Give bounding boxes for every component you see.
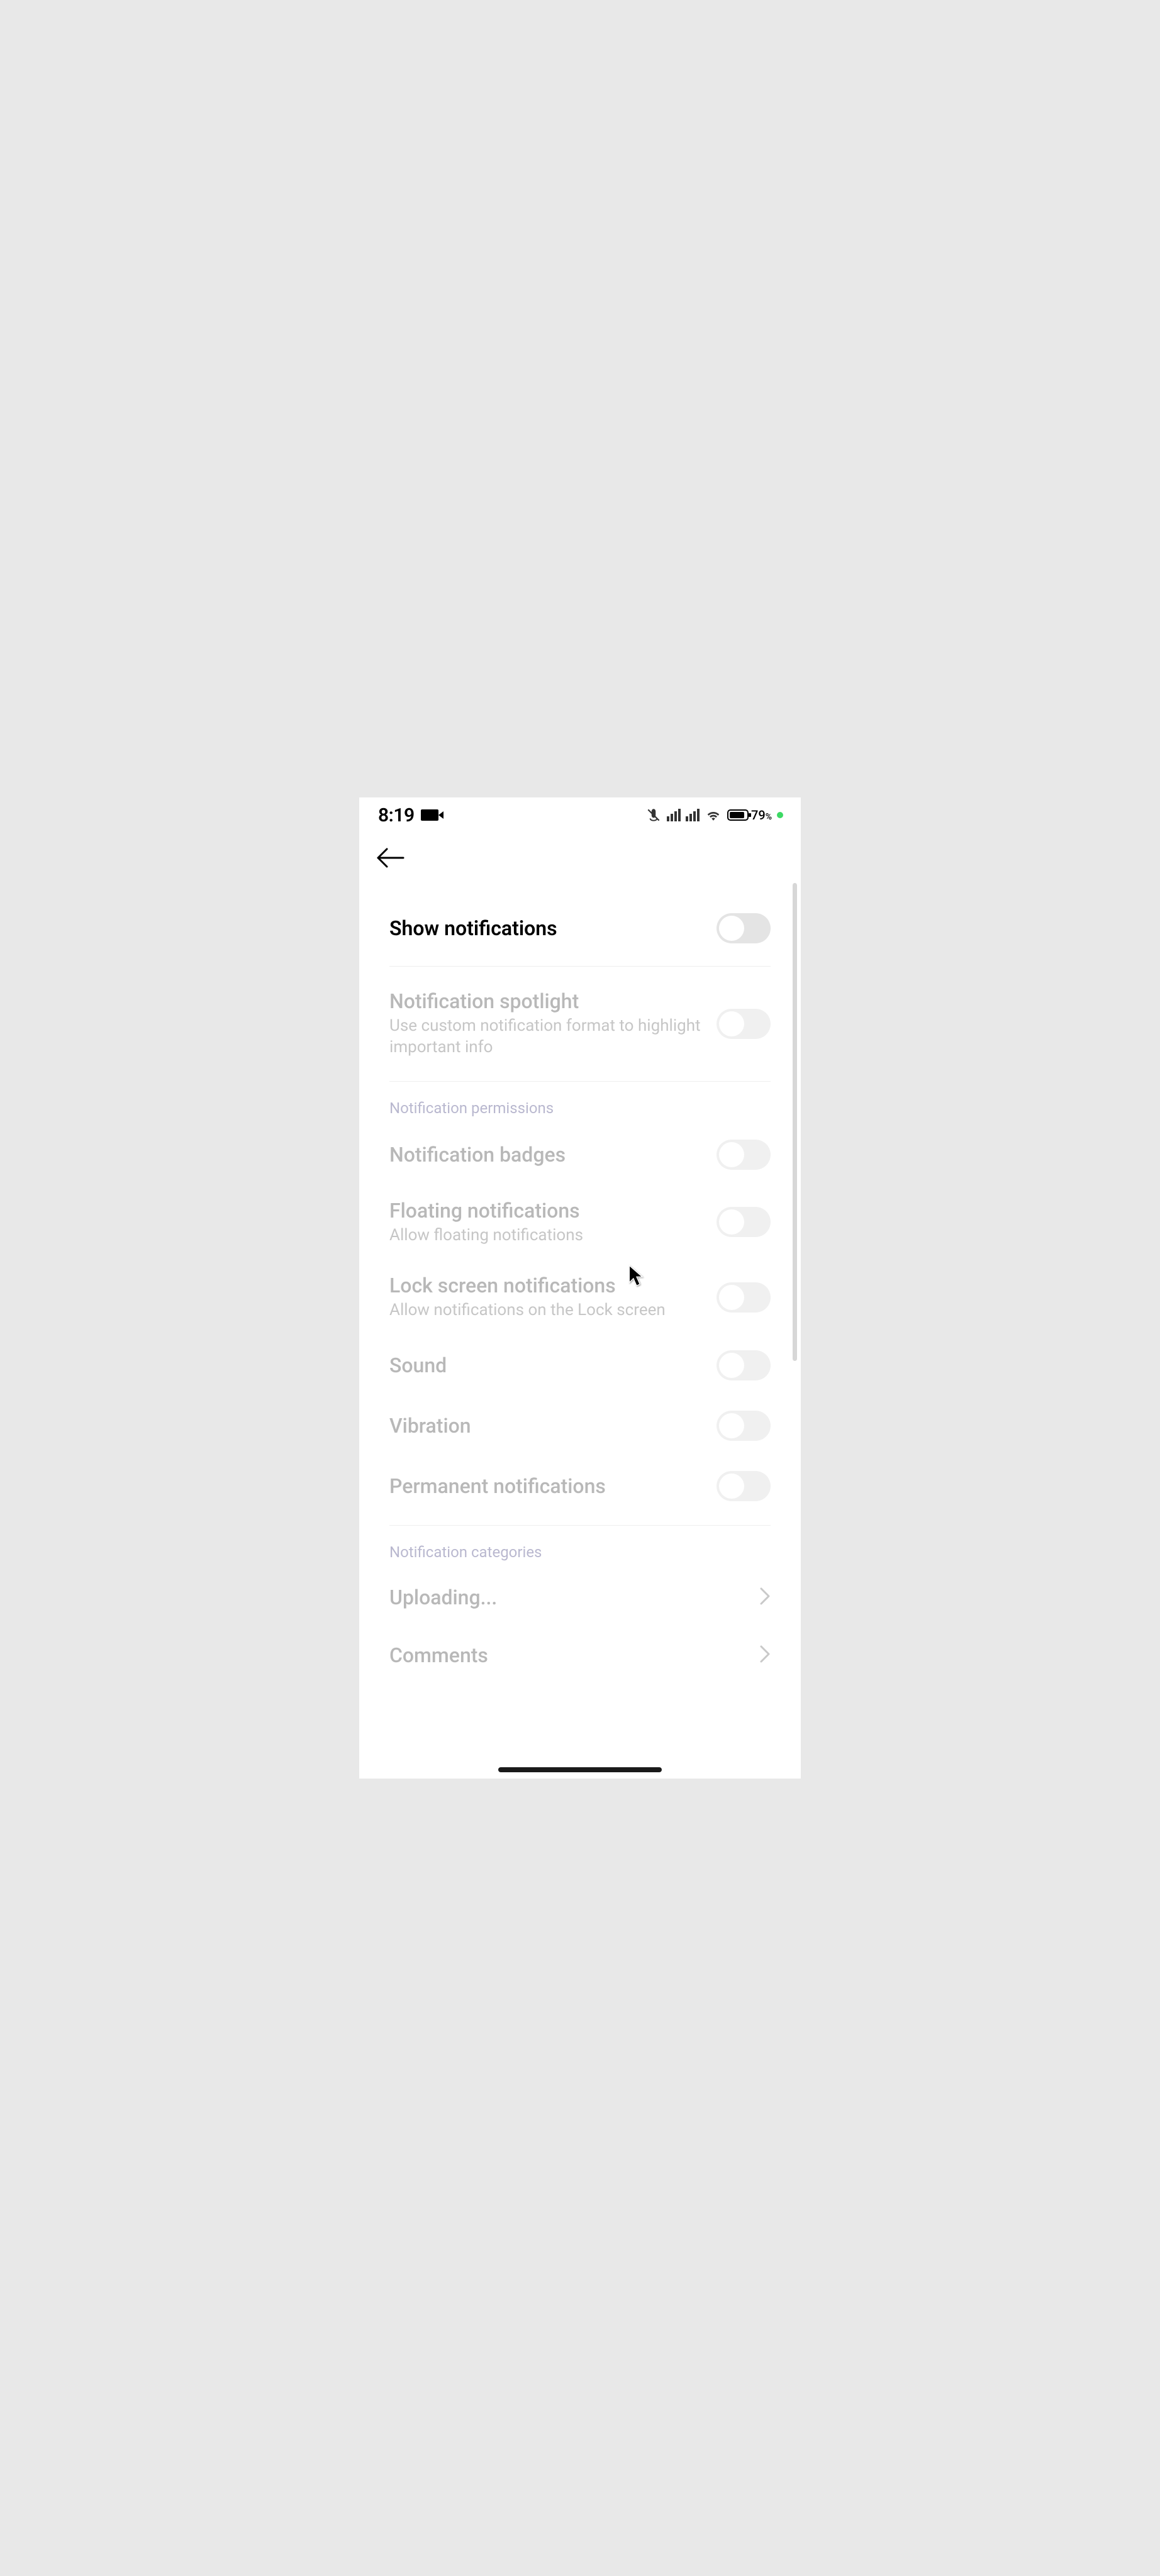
camera-mic-active-icon bbox=[777, 812, 783, 818]
signal-bars-1-icon bbox=[667, 809, 681, 821]
spotlight-title: Notification spotlight bbox=[389, 989, 704, 1013]
notification-badges-toggle[interactable] bbox=[717, 1140, 771, 1170]
toggle-knob bbox=[719, 1413, 744, 1438]
row-show-notifications[interactable]: Show notifications bbox=[359, 896, 801, 966]
back-button[interactable] bbox=[372, 839, 410, 877]
battery-indicator: 79% bbox=[727, 808, 772, 823]
row-notification-spotlight[interactable]: Notification spotlight Use custom notifi… bbox=[359, 967, 801, 1081]
setting-title: Lock screen notifications bbox=[389, 1274, 704, 1297]
category-comments[interactable]: Comments bbox=[359, 1626, 801, 1684]
wifi-icon bbox=[705, 808, 722, 822]
home-indicator[interactable] bbox=[498, 1767, 662, 1772]
toggle-knob bbox=[719, 1209, 744, 1235]
row-text: Notification spotlight Use custom notifi… bbox=[389, 989, 717, 1058]
setting-title: Notification badges bbox=[389, 1143, 704, 1167]
section-header-categories: Notification categories bbox=[359, 1526, 801, 1568]
toggle-knob bbox=[719, 1285, 744, 1310]
setting-title: Vibration bbox=[389, 1414, 704, 1438]
toggle-knob bbox=[719, 1353, 744, 1378]
settings-content[interactable]: Show notifications Notification spotligh… bbox=[359, 883, 801, 1779]
row-notification-badges[interactable]: Notification badges bbox=[359, 1124, 801, 1185]
setting-title: Floating notifications bbox=[389, 1199, 704, 1223]
row-permanent-notifications[interactable]: Permanent notifications bbox=[359, 1456, 801, 1516]
spotlight-toggle[interactable] bbox=[717, 1009, 771, 1039]
row-text: Floating notifications Allow floating no… bbox=[389, 1199, 717, 1246]
row-text: Notification badges bbox=[389, 1143, 717, 1167]
setting-title: Permanent notifications bbox=[389, 1474, 704, 1498]
status-time: 8:19 bbox=[378, 804, 415, 826]
status-left: 8:19 bbox=[378, 804, 438, 826]
setting-title: Sound bbox=[389, 1353, 704, 1377]
battery-suffix: % bbox=[766, 812, 772, 822]
category-uploading[interactable]: Uploading... bbox=[359, 1568, 801, 1626]
category-title: Uploading... bbox=[389, 1585, 759, 1609]
status-bar: 8:19 bbox=[359, 797, 801, 833]
battery-number: 79 bbox=[751, 808, 766, 823]
toggle-knob bbox=[719, 916, 744, 941]
toggle-knob bbox=[719, 1474, 744, 1499]
row-sound[interactable]: Sound bbox=[359, 1335, 801, 1396]
status-right: 79% bbox=[645, 807, 783, 823]
chevron-right-icon bbox=[759, 1587, 771, 1608]
show-notifications-toggle[interactable] bbox=[717, 913, 771, 943]
screen-record-icon bbox=[421, 809, 438, 821]
spotlight-subtitle: Use custom notification format to highli… bbox=[389, 1016, 704, 1058]
floating-notifications-toggle[interactable] bbox=[717, 1207, 771, 1237]
toolbar bbox=[359, 833, 801, 883]
row-floating-notifications[interactable]: Floating notifications Allow floating no… bbox=[359, 1185, 801, 1260]
setting-subtitle: Allow notifications on the Lock screen bbox=[389, 1300, 704, 1321]
row-vibration[interactable]: Vibration bbox=[359, 1396, 801, 1456]
battery-percent: 79% bbox=[751, 808, 772, 823]
section-header-permissions: Notification permissions bbox=[359, 1082, 801, 1124]
row-text: Vibration bbox=[389, 1414, 717, 1438]
battery-icon bbox=[727, 809, 749, 821]
toggle-knob bbox=[719, 1011, 744, 1036]
category-title: Comments bbox=[389, 1643, 759, 1667]
sound-toggle[interactable] bbox=[717, 1350, 771, 1380]
chevron-right-icon bbox=[759, 1645, 771, 1666]
permanent-notifications-toggle[interactable] bbox=[717, 1471, 771, 1501]
signal-bars-2-icon bbox=[686, 809, 700, 821]
row-text: Lock screen notifications Allow notifica… bbox=[389, 1274, 717, 1321]
vibration-toggle[interactable] bbox=[717, 1411, 771, 1441]
row-text: Sound bbox=[389, 1353, 717, 1377]
setting-subtitle: Allow floating notifications bbox=[389, 1225, 704, 1246]
row-lock-screen-notifications[interactable]: Lock screen notifications Allow notifica… bbox=[359, 1260, 801, 1335]
scrollbar[interactable] bbox=[793, 883, 797, 1361]
show-notifications-title: Show notifications bbox=[389, 916, 704, 940]
lock-screen-notifications-toggle[interactable] bbox=[717, 1282, 771, 1313]
toggle-knob bbox=[719, 1142, 744, 1167]
mute-icon bbox=[645, 807, 662, 823]
phone-screen: 8:19 bbox=[359, 797, 801, 1779]
row-text: Permanent notifications bbox=[389, 1474, 717, 1498]
row-text: Show notifications bbox=[389, 916, 717, 940]
